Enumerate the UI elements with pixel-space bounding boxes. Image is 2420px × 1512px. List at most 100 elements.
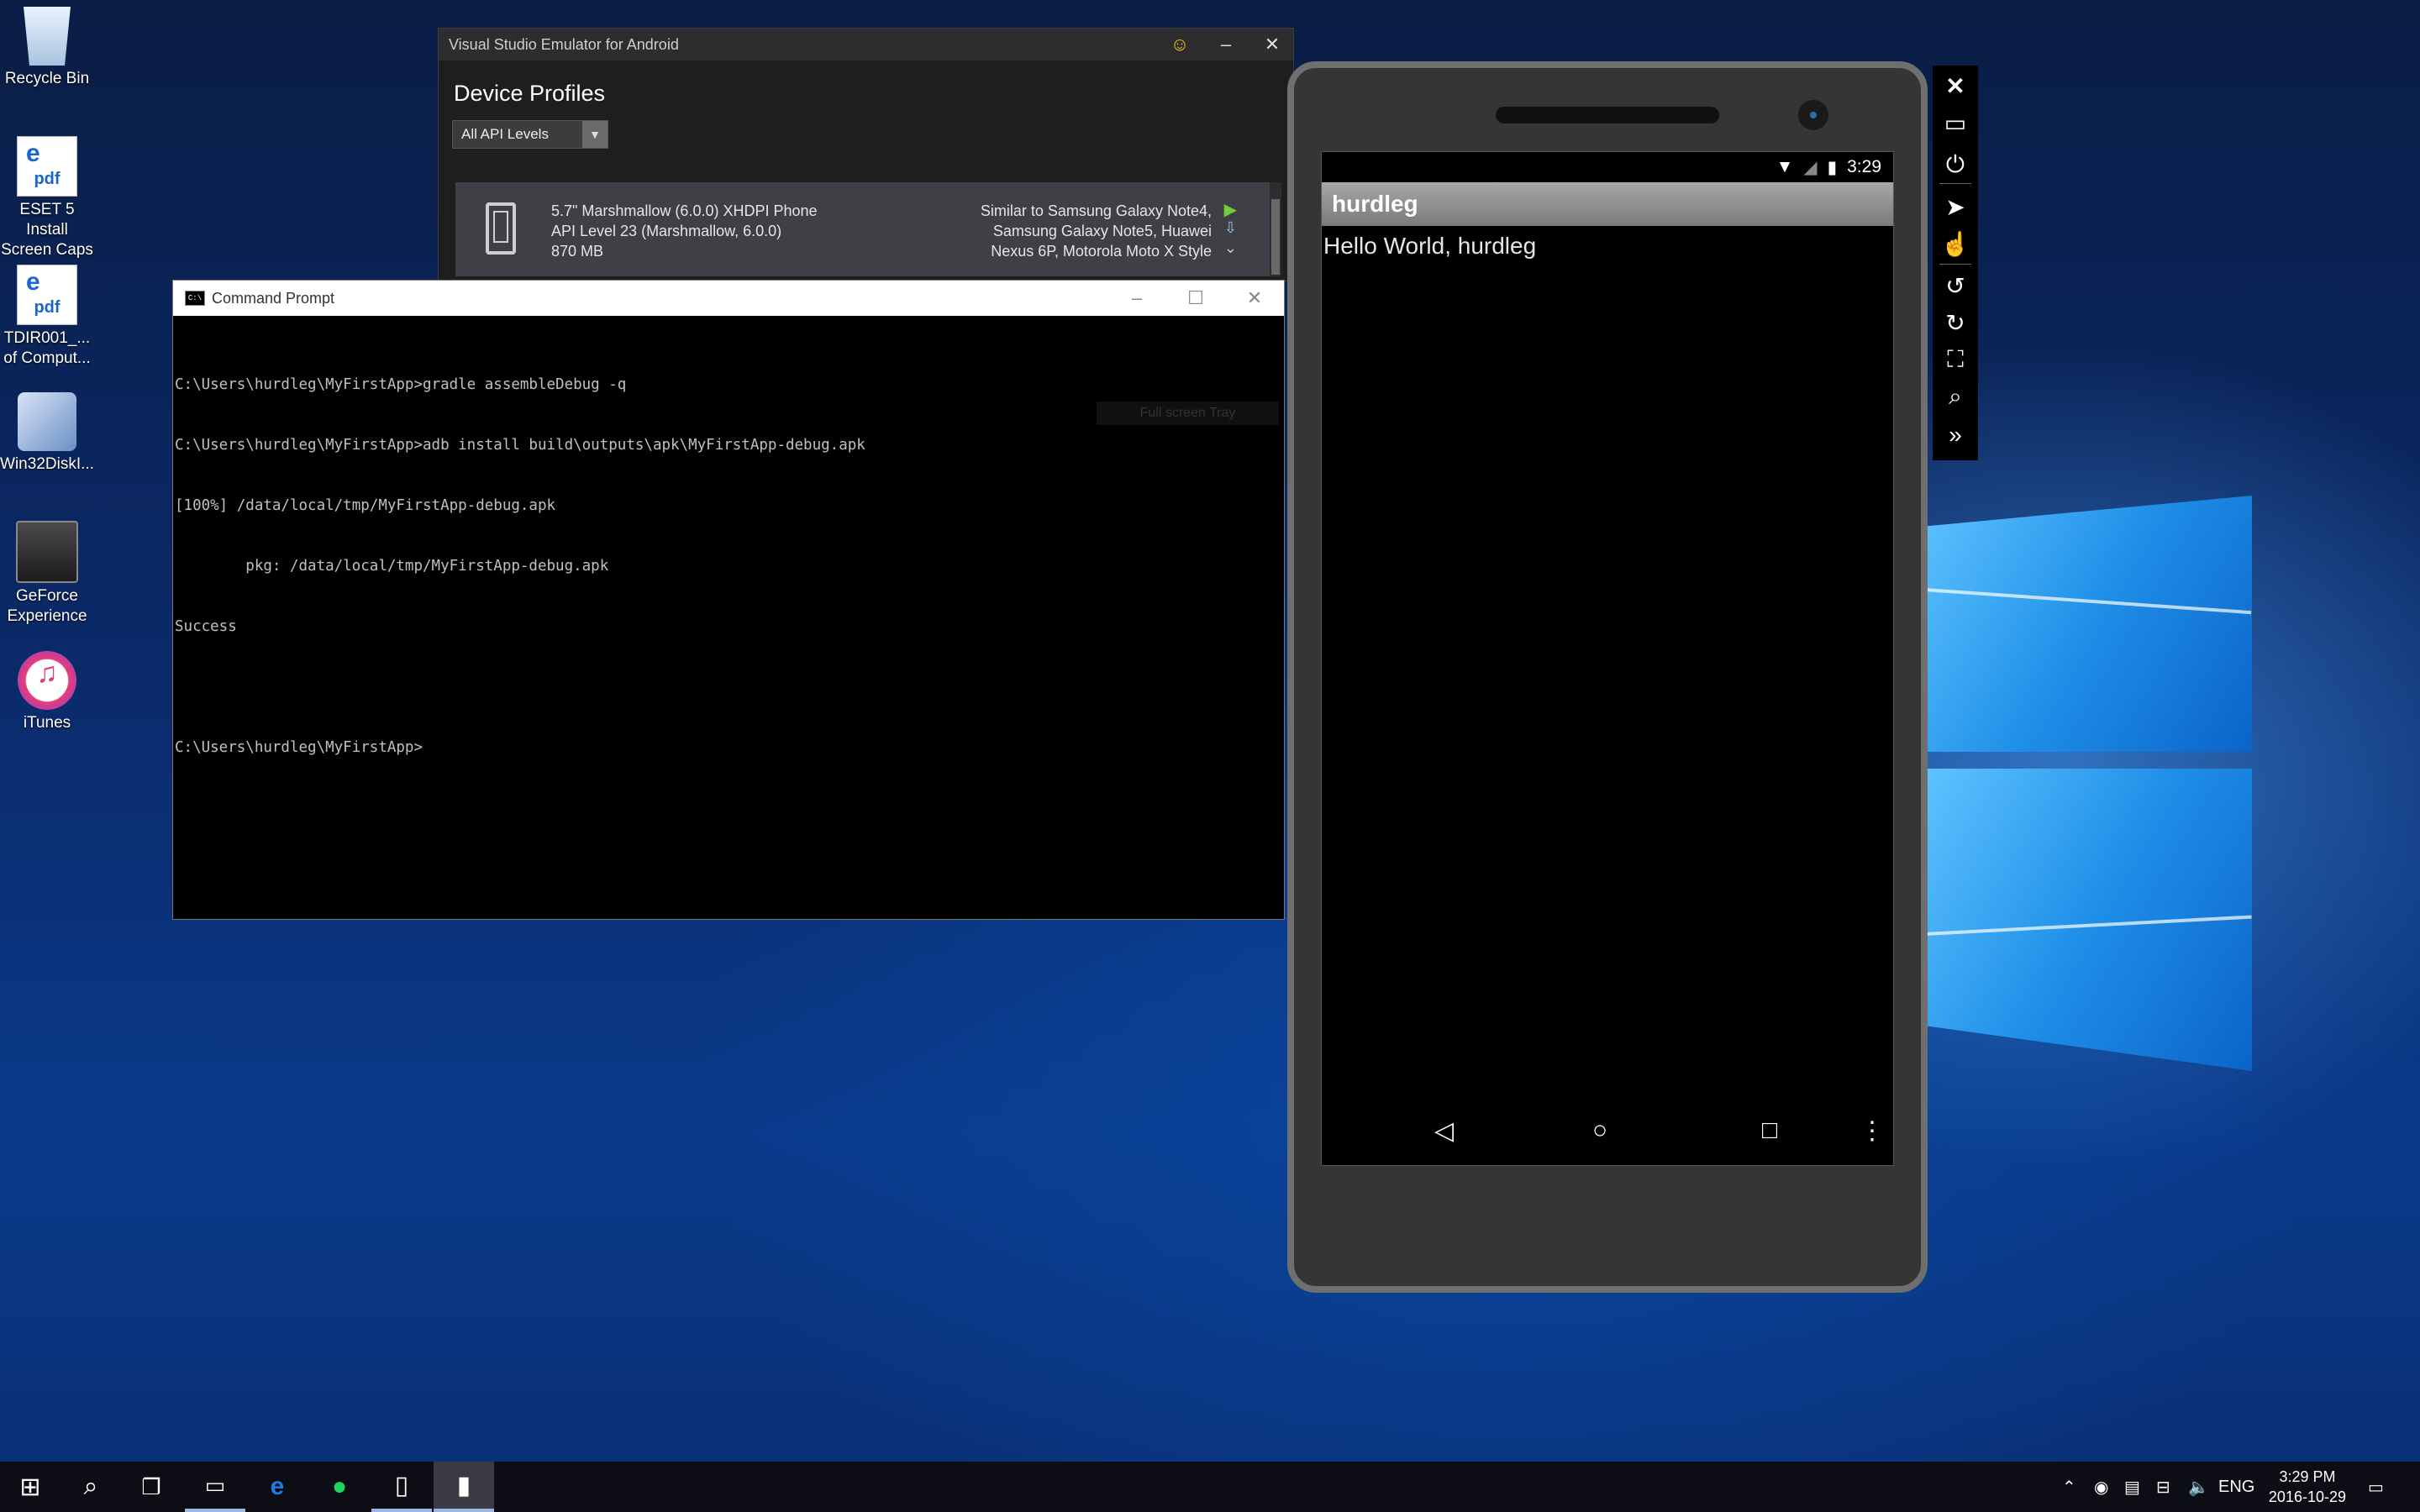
app-action-bar: hurdleg bbox=[1322, 182, 1893, 226]
overflow-menu-icon[interactable]: ⋮ bbox=[1860, 1116, 1885, 1146]
phone-speaker bbox=[1496, 107, 1719, 123]
status-time: 3:29 bbox=[1847, 157, 1881, 176]
clock-date: 2016-10-29 bbox=[2268, 1488, 2346, 1505]
phone-camera-icon bbox=[1798, 100, 1828, 130]
recycle-bin-icon bbox=[24, 7, 71, 66]
spotify-icon[interactable]: ● bbox=[309, 1462, 370, 1512]
start-windows-icon[interactable]: ⊞ bbox=[0, 1462, 60, 1512]
maximize-button[interactable]: ☐ bbox=[1166, 281, 1225, 316]
api-level-selected: All API Levels bbox=[461, 126, 549, 142]
console-output[interactable]: C:\Users\hurdleg\MyFirstApp>gradle assem… bbox=[173, 316, 1284, 798]
rotate-right-icon[interactable]: ↻ bbox=[1933, 304, 1978, 341]
android-status-bar: ▼ ◢ ▮ 3:29 bbox=[1322, 152, 1893, 182]
taskbar-clock[interactable]: 3:29 PM 2016-10-29 bbox=[2269, 1467, 2346, 1507]
chevron-down-icon[interactable]: ⌄ bbox=[1224, 239, 1237, 257]
taskbar: ⊞ ⌕ ❐ ▭ e ● ▯ ▮ ⌃ ◉ ▤ ⊟ 🔈 ENG 3:29 PM 20… bbox=[0, 1462, 2420, 1512]
show-hidden-icons-chevron-icon[interactable]: ⌃ bbox=[2062, 1462, 2076, 1512]
command-prompt-titlebar[interactable]: C:\ Command Prompt – ☐ ✕ bbox=[173, 281, 1284, 316]
command-prompt-window: C:\ Command Prompt – ☐ ✕ C:\Users\hurdle… bbox=[172, 280, 1285, 920]
geforce-icon bbox=[16, 521, 78, 583]
pdf-icon: e pdf bbox=[17, 265, 77, 325]
android-emulator-device: ▼ ◢ ▮ 3:29 hurdleg Hello World, hurdleg … bbox=[1287, 61, 1928, 1293]
profiles-scrollbar[interactable] bbox=[1270, 182, 1281, 276]
window-title: Visual Studio Emulator for Android bbox=[449, 35, 679, 53]
printer-icon[interactable]: ▤ bbox=[2124, 1462, 2140, 1512]
task-view-icon[interactable]: ❐ bbox=[121, 1462, 182, 1512]
device-profile-row[interactable]: 5.7" Marshmallow (6.0.0) XHDPI Phone API… bbox=[455, 182, 1270, 276]
desktop-icon-label: Win32DiskI... bbox=[0, 455, 94, 473]
profile-api-level: API Level 23 (Marshmallow, 6.0.0) bbox=[551, 223, 782, 239]
toolbar-divider bbox=[1939, 183, 1971, 184]
command-prompt-taskbar-icon[interactable]: ▭ bbox=[185, 1462, 245, 1512]
phone-device-icon bbox=[486, 202, 516, 255]
minimize-button[interactable]: – bbox=[1205, 29, 1247, 60]
record-icon[interactable]: ◉ bbox=[2094, 1462, 2108, 1512]
battery-icon: ▮ bbox=[1827, 157, 1838, 177]
minimize-icon[interactable]: ▭ bbox=[1933, 104, 1978, 141]
tooltip: Full screen Tray bbox=[1097, 402, 1279, 425]
vs-emulator-taskbar-icon[interactable]: ▯ bbox=[371, 1462, 432, 1512]
language-indicator[interactable]: ENG bbox=[2218, 1462, 2254, 1512]
network-icon[interactable]: ⊟ bbox=[2156, 1462, 2170, 1512]
power-icon[interactable]: ⏻ bbox=[1933, 146, 1978, 183]
desktop-icon-tdir-pdf[interactable]: e pdf TDIR001_... of Comput... bbox=[0, 265, 94, 369]
desktop-icon-label: GeForce Experience bbox=[7, 587, 87, 625]
search-icon[interactable]: ⌕ bbox=[60, 1462, 121, 1512]
fit-to-screen-icon[interactable]: ⛶ bbox=[1933, 341, 1978, 378]
desktop-icon-eset-pdf[interactable]: e pdf ESET 5 Install Screen Caps bbox=[0, 136, 94, 260]
console-line: C:\Users\hurdleg\MyFirstApp>adb install … bbox=[175, 437, 865, 454]
profile-memory: 870 MB bbox=[551, 243, 604, 260]
no-signal-icon: ◢ bbox=[1803, 157, 1818, 177]
desktop-icon-recycle-bin[interactable]: Recycle Bin bbox=[0, 7, 94, 89]
home-icon[interactable]: ○ bbox=[1592, 1116, 1607, 1145]
minimize-button[interactable]: – bbox=[1107, 281, 1166, 316]
close-button[interactable]: ✕ bbox=[1225, 281, 1284, 316]
feedback-smiley-icon[interactable]: ☺ bbox=[1159, 29, 1201, 60]
window-title: Command Prompt bbox=[212, 289, 335, 307]
toolbar-divider bbox=[1939, 264, 1971, 265]
edge-icon[interactable]: e bbox=[247, 1462, 308, 1512]
wallpaper-pane-top bbox=[1924, 496, 2252, 752]
profile-similar-line: Similar to Samsung Galaxy Note4, bbox=[980, 202, 1212, 219]
console-line: Success bbox=[175, 618, 237, 635]
more-tools-icon[interactable]: » bbox=[1933, 417, 1978, 454]
profile-similar-line: Nexus 6P, Motorola Moto X Style bbox=[991, 243, 1212, 260]
itunes-icon: ♫ bbox=[18, 651, 76, 710]
pointer-mode-icon[interactable]: ➤ bbox=[1933, 188, 1978, 225]
desktop-icon-label: iTunes bbox=[23, 714, 71, 732]
clock-time: 3:29 PM bbox=[2279, 1468, 2336, 1485]
profile-name: 5.7" Marshmallow (6.0.0) XHDPI Phone bbox=[551, 202, 818, 219]
volume-icon[interactable]: 🔈 bbox=[2188, 1462, 2209, 1512]
vs-emulator-titlebar[interactable]: Visual Studio Emulator for Android ☺ – ✕ bbox=[439, 29, 1293, 60]
device-profiles-heading: Device Profiles bbox=[454, 81, 606, 106]
desktop-icon-geforce[interactable]: GeForce Experience bbox=[0, 521, 94, 627]
app-title: hurdleg bbox=[1332, 191, 1418, 217]
recents-icon[interactable]: □ bbox=[1762, 1116, 1777, 1145]
action-center-icon[interactable]: ▭ bbox=[2368, 1462, 2384, 1512]
back-icon[interactable]: ◁ bbox=[1434, 1116, 1454, 1146]
launch-play-icon[interactable]: ▶ bbox=[1224, 199, 1237, 220]
download-icon[interactable]: ⇩ bbox=[1224, 219, 1237, 237]
wifi-icon: ▼ bbox=[1776, 157, 1794, 176]
close-icon[interactable]: ✕ bbox=[1933, 67, 1978, 104]
app-content-text: Hello World, hurdleg bbox=[1323, 233, 1537, 259]
zoom-icon[interactable]: ⌕ bbox=[1933, 378, 1978, 415]
console-line: [100%] /data/local/tmp/MyFirstApp-debug.… bbox=[175, 497, 556, 514]
desktop-icon-win32diskimager[interactable]: Win32DiskI... bbox=[0, 392, 94, 475]
close-button[interactable]: ✕ bbox=[1251, 29, 1293, 60]
pdf-icon: e pdf bbox=[17, 136, 77, 197]
android-emulator-taskbar-icon[interactable]: ▮ bbox=[434, 1462, 494, 1512]
console-line: pkg: /data/local/tmp/MyFirstApp-debug.ap… bbox=[175, 558, 609, 575]
android-screen[interactable]: ▼ ◢ ▮ 3:29 hurdleg Hello World, hurdleg … bbox=[1321, 151, 1894, 1166]
api-level-dropdown[interactable]: All API Levels ▼ bbox=[452, 120, 608, 149]
profile-similar-line: Samsung Galaxy Note5, Huawei bbox=[992, 223, 1212, 239]
scrollbar-thumb[interactable] bbox=[1271, 199, 1280, 275]
desktop-icon-label: Recycle Bin bbox=[4, 70, 90, 87]
desktop-icon-itunes[interactable]: ♫ iTunes bbox=[0, 651, 94, 733]
disk-imager-icon bbox=[18, 392, 76, 451]
emulator-toolbar: ✕ ▭ ⏻ ➤ ☝ ↺ ↻ ⛶ ⌕ » bbox=[1933, 66, 1978, 460]
console-icon: C:\ bbox=[185, 291, 205, 306]
touch-mode-icon[interactable]: ☝ bbox=[1933, 225, 1978, 262]
rotate-left-icon[interactable]: ↺ bbox=[1933, 267, 1978, 304]
